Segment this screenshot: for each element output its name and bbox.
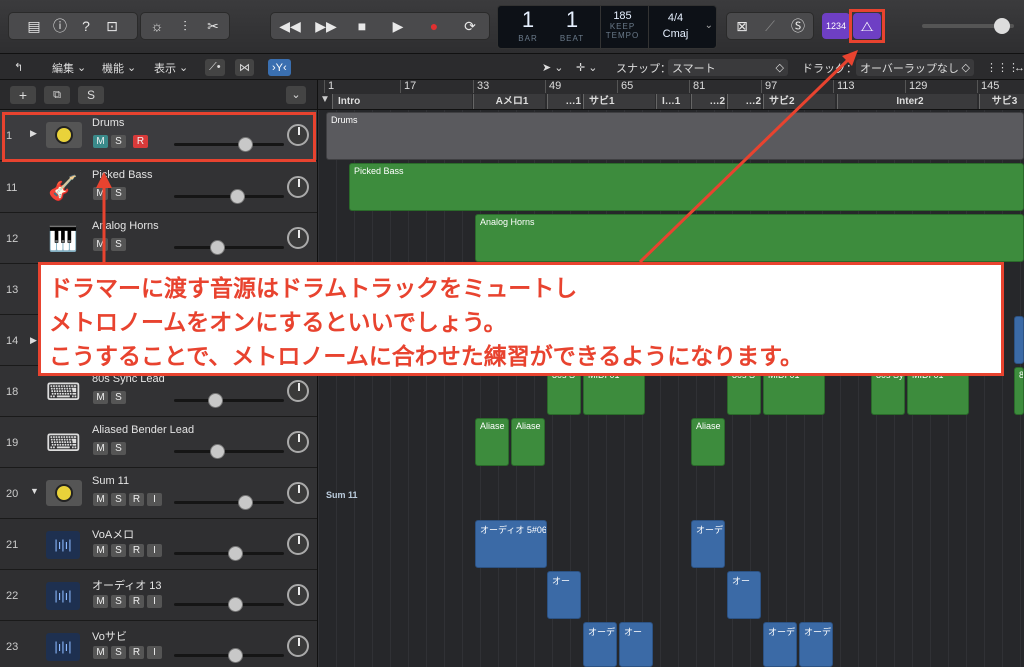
annotation-line: メトロノームをオンにするといいでしょう。 <box>49 309 507 335</box>
annotation-line: こうすることで、メトロノームに合わせた練習ができるようになります。 <box>49 343 803 369</box>
annotation-box: ドラマーに渡す音源はドラムトラックをミュートし メトロノームをオンにするといいで… <box>38 262 1004 376</box>
annotation-line: ドラマーに渡す音源はドラムトラックをミュートし <box>49 275 578 301</box>
